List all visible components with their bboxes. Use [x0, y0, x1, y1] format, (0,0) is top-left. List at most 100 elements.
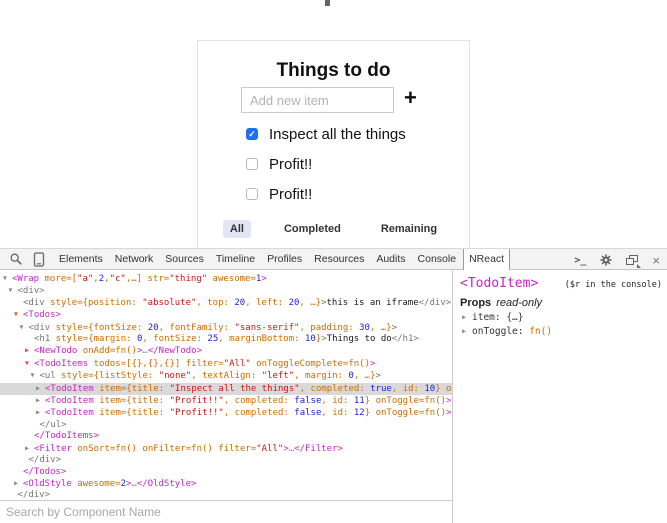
code-token: , …} — [354, 371, 376, 381]
filter-completed[interactable]: Completed — [277, 220, 348, 238]
todo-checkbox[interactable] — [246, 158, 258, 170]
devtools-panel: ElementsNetworkSourcesTimelineProfilesRe… — [0, 248, 667, 523]
code-token: <ul — [40, 371, 56, 381]
tree-row[interactable]: ▼<Wrap more=["a",2,"c",…] str="thing" aw… — [0, 273, 452, 285]
tab-sources[interactable]: Sources — [160, 249, 209, 270]
tree-row[interactable]: <h1 style={margin: 0, fontSize: 25, marg… — [0, 334, 452, 345]
tree-row[interactable]: ▶<TodoItem item={title: "Inspect all the… — [0, 383, 452, 395]
prop-value: {…} — [506, 312, 523, 323]
disclosure-arrow-icon[interactable]: ▶ — [462, 327, 472, 335]
code-token: </h1> — [392, 334, 419, 344]
code-token: "All" — [256, 444, 283, 454]
screenshot-root: Things to do + ✓Inspect all the thingsPr… — [0, 0, 667, 523]
tab-audits[interactable]: Audits — [371, 249, 410, 270]
todo-app-card: Things to do + ✓Inspect all the thingsPr… — [197, 40, 470, 248]
tree-row[interactable]: ▼<ul style={listStyle: "none", textAlign… — [0, 370, 452, 382]
tab-console[interactable]: Console — [413, 249, 462, 270]
disclosure-arrow-icon[interactable]: ▶ — [14, 478, 23, 489]
disclosure-arrow-icon[interactable]: ▼ — [9, 285, 18, 296]
code-token: onAdd= — [77, 346, 115, 356]
tab-nreact[interactable]: NReact — [463, 249, 510, 271]
tab-timeline[interactable]: Timeline — [211, 249, 260, 270]
code-token: ,…] — [126, 274, 142, 284]
code-token: </div> — [18, 490, 51, 500]
code-token: false — [294, 408, 321, 418]
code-token: false — [294, 396, 321, 406]
new-todo-input[interactable] — [241, 87, 394, 113]
tree-row[interactable]: ▶<Filter onSort=fn() onFilter=fn() filte… — [0, 443, 452, 455]
settings-gear-icon[interactable] — [599, 253, 613, 267]
disclosure-arrow-icon[interactable]: ▶ — [36, 407, 45, 418]
tab-network[interactable]: Network — [110, 249, 159, 270]
code-token: 10 — [424, 384, 435, 394]
code-token: <OldStyle — [23, 479, 72, 489]
code-token: 10 — [305, 334, 316, 344]
todo-item-label: Inspect all the things — [269, 126, 406, 143]
code-token: , fontFamily: — [159, 323, 235, 333]
code-token: fn() — [424, 408, 446, 418]
filter-all[interactable]: All — [223, 220, 251, 238]
code-token: <NewTodo — [34, 346, 77, 356]
tree-row[interactable]: ▶<NewTodo onAdd=fn()>…</NewTodo> — [0, 345, 452, 357]
code-token: awesome= — [72, 479, 121, 489]
prop-row: ▶onToggle: fn() — [453, 323, 667, 337]
todo-checkbox[interactable]: ✓ — [246, 128, 258, 140]
tree-row[interactable]: </ul> — [0, 420, 452, 431]
tree-row[interactable]: ▶<OldStyle awesome=2>…</OldStyle> — [0, 478, 452, 490]
add-todo-button[interactable]: + — [404, 85, 417, 111]
code-token: 20 — [148, 323, 159, 333]
disclosure-arrow-icon[interactable]: ▼ — [25, 358, 34, 369]
disclosure-arrow-icon[interactable]: ▶ — [25, 345, 34, 356]
code-token: > — [261, 274, 266, 284]
close-icon[interactable]: × — [652, 254, 660, 267]
code-token: awesome= — [207, 274, 256, 284]
code-token: <Filter — [34, 444, 72, 454]
code-token: onSort= — [72, 444, 115, 454]
tree-row[interactable]: ▼<div> — [0, 285, 452, 297]
code-token: style={position: — [45, 298, 143, 308]
code-token: fn() — [191, 444, 213, 454]
tab-resources[interactable]: Resources — [309, 249, 369, 270]
code-token: style={fontSize: — [50, 323, 148, 333]
tree-row[interactable]: ▼<TodoItems todos=[{},{},{}] filter="All… — [0, 358, 452, 370]
tree-row[interactable]: </Todos> — [0, 467, 452, 478]
disclosure-arrow-icon[interactable]: ▼ — [3, 273, 12, 284]
code-token: "sans-serif" — [234, 323, 299, 333]
inspect-search-icon[interactable] — [7, 250, 25, 268]
code-token: "thing" — [169, 274, 207, 284]
code-token: , fontSize: — [142, 334, 207, 344]
tab-elements[interactable]: Elements — [54, 249, 108, 270]
tree-row[interactable]: </div> — [0, 490, 452, 500]
code-token: "left" — [262, 371, 295, 381]
tree-row[interactable]: </TodoItems> — [0, 431, 452, 442]
tree-row[interactable]: ▼<Todos> — [0, 309, 452, 321]
device-mode-icon[interactable] — [30, 250, 48, 268]
code-token: <TodoItems — [34, 359, 88, 369]
disclosure-arrow-icon[interactable]: ▼ — [20, 322, 29, 333]
console-drawer-icon[interactable]: >_ — [574, 255, 586, 266]
code-token: filter= — [213, 444, 256, 454]
disclosure-arrow-icon[interactable]: ▶ — [462, 313, 472, 321]
dock-side-icon[interactable] — [626, 255, 639, 266]
tree-row[interactable]: ▶<TodoItem item={title: "Profit!!", comp… — [0, 395, 452, 407]
code-token: 20 — [234, 298, 245, 308]
tree-row[interactable]: ▶<TodoItem item={title: "Profit!!", comp… — [0, 407, 452, 419]
disclosure-arrow-icon[interactable]: ▶ — [25, 443, 34, 454]
disclosure-arrow-icon[interactable]: ▶ — [36, 383, 45, 394]
code-token: , completed: — [224, 408, 294, 418]
tree-row[interactable]: </div> — [0, 455, 452, 466]
tree-row[interactable]: <div style={position: "absolute", top: 2… — [0, 298, 452, 309]
todo-checkbox[interactable] — [246, 188, 258, 200]
disclosure-arrow-icon[interactable]: ▼ — [14, 309, 23, 320]
code-token: , id: — [321, 396, 354, 406]
code-token: <TodoItem — [45, 384, 94, 394]
tab-profiles[interactable]: Profiles — [262, 249, 307, 270]
filter-remaining[interactable]: Remaining — [374, 220, 444, 238]
code-token: , padding: — [299, 323, 359, 333]
disclosure-arrow-icon[interactable]: ▶ — [36, 395, 45, 406]
component-search-input[interactable] — [0, 501, 452, 523]
code-token: "a" — [77, 274, 93, 284]
tree-row[interactable]: ▼<div style={fontSize: 20, fontFamily: "… — [0, 322, 452, 334]
disclosure-arrow-icon[interactable]: ▼ — [31, 370, 40, 381]
devtools-content: ▼<Wrap more=["a",2,"c",…] str="thing" aw… — [0, 270, 667, 523]
